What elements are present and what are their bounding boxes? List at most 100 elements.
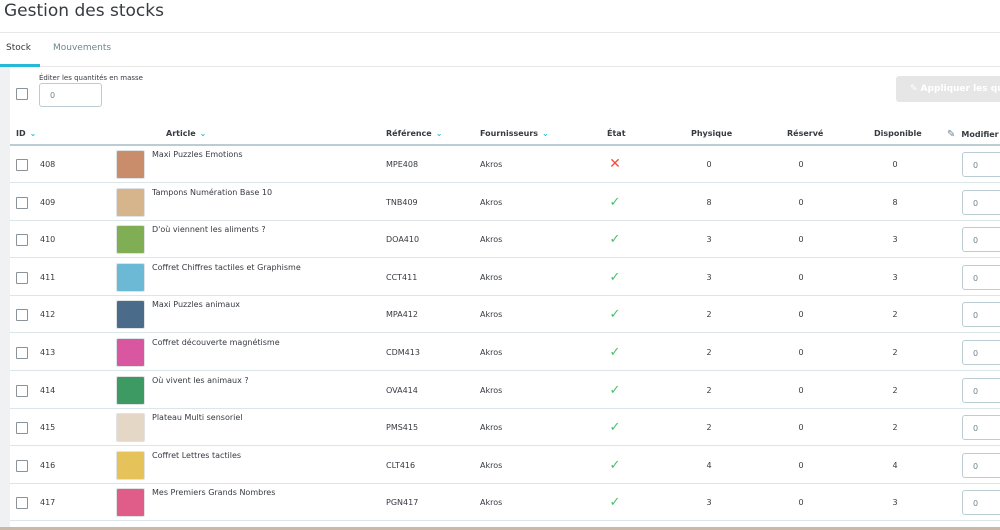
table-row: 410 D'où viennent les aliments ? DOA410 Akr… (10, 221, 1000, 259)
bulk-edit-label: Éditer les quantités en masse (39, 74, 143, 82)
row-checkbox[interactable] (16, 384, 28, 397)
row-reference: CLT416 (386, 460, 416, 470)
quantity-input[interactable]: 0 (962, 264, 1000, 290)
quantity-input[interactable]: 0 (962, 415, 1000, 441)
row-id: 408 (40, 160, 56, 169)
row-fournisseur: Akros (480, 385, 503, 395)
row-article[interactable]: Où vivent les animaux ? (152, 376, 249, 385)
row-physique: 8 (706, 197, 712, 207)
tab-bar: Stock Mouvements (0, 32, 1000, 67)
row-checkbox[interactable] (16, 459, 28, 472)
row-reserve: 0 (798, 235, 804, 245)
row-disponible: 2 (892, 310, 898, 320)
cross-icon: ✕ (609, 156, 621, 172)
row-checkbox[interactable] (16, 347, 28, 359)
column-header-reference[interactable]: Référence ⌄ (386, 129, 442, 138)
row-id: 417 (40, 498, 56, 508)
row-disponible: 3 (892, 272, 898, 282)
row-article[interactable]: Mes Premiers Grands Nombres (152, 488, 275, 497)
row-disponible: 3 (892, 498, 898, 508)
quantity-input[interactable]: 0 (962, 490, 1000, 516)
row-checkbox[interactable] (16, 196, 28, 209)
row-disponible: 8 (892, 197, 898, 207)
product-thumbnail (116, 262, 145, 292)
column-header-physique: Physique (691, 129, 733, 138)
row-id: 412 (40, 310, 56, 320)
row-checkbox[interactable] (16, 271, 28, 284)
row-physique: 2 (706, 423, 712, 433)
row-reference: DOA410 (386, 235, 420, 245)
row-checkbox[interactable] (16, 159, 28, 171)
tab-mouvements[interactable]: Mouvements (53, 33, 111, 67)
row-reserve: 0 (798, 460, 804, 470)
column-header-id[interactable]: ID ⌄ (16, 129, 36, 138)
row-reserve: 0 (798, 498, 804, 508)
row-article[interactable]: Coffret Lettres tactiles (152, 451, 241, 460)
row-fournisseur: Akros (480, 235, 503, 245)
quantity-input[interactable]: 0 (962, 189, 1000, 215)
stock-card: Éditer les quantités en masse 0 ✎ Appliqu… (10, 67, 1000, 530)
check-icon: ✓ (609, 382, 621, 398)
row-id: 411 (40, 272, 56, 282)
column-header-modifier: ✎ Modifier (947, 129, 999, 140)
product-thumbnail (116, 225, 145, 255)
product-thumbnail (116, 150, 145, 179)
table-row: 414 Où vivent les animaux ? OVA414 Akros ✓ 2 0… (10, 372, 1000, 409)
product-thumbnail (116, 187, 145, 217)
check-icon: ✓ (609, 420, 621, 436)
row-physique: 2 (706, 310, 712, 320)
row-reserve: 0 (798, 272, 804, 282)
bulk-quantity-input[interactable]: 0 (39, 83, 102, 107)
row-reference: MPA412 (386, 310, 418, 320)
row-checkbox[interactable] (16, 422, 28, 435)
quantity-input[interactable]: 0 (962, 302, 1000, 328)
product-thumbnail (116, 300, 145, 330)
product-thumbnail (116, 375, 145, 405)
quantity-input[interactable]: 0 (962, 452, 1000, 478)
column-header-etat: État (607, 129, 626, 138)
apply-quantities-button[interactable]: ✎Appliquer les quantités (896, 76, 1000, 102)
row-reference: TNB409 (386, 197, 418, 207)
quantity-input[interactable]: 0 (962, 152, 1000, 177)
row-article[interactable]: Plateau Multi sensoriel (152, 413, 243, 422)
row-reserve: 0 (798, 348, 804, 357)
apply-quantities-label: Appliquer les quantités (920, 84, 1000, 94)
table-row: 412 Maxi Puzzles animaux MPA412 Akros ✓ 2 0 2 0 (10, 296, 1000, 334)
row-checkbox[interactable] (16, 497, 28, 510)
select-all-checkbox[interactable] (16, 88, 28, 100)
row-id: 413 (40, 348, 56, 357)
quantity-input[interactable]: 0 (962, 340, 1000, 365)
row-reserve: 0 (798, 423, 804, 433)
row-physique: 3 (706, 498, 712, 508)
row-reserve: 0 (798, 310, 804, 320)
table-row: 408 Maxi Puzzles Emotions MPE408 Akros ✕ 0 0 0 0 (10, 146, 1000, 183)
quantity-input[interactable]: 0 (962, 227, 1000, 253)
column-header-fournisseurs[interactable]: Fournisseurs ⌄ (480, 129, 549, 138)
column-header-article[interactable]: Article ⌄ (166, 129, 206, 138)
chevron-down-icon: ⌄ (199, 129, 207, 138)
row-checkbox[interactable] (16, 234, 28, 247)
check-icon: ✓ (609, 194, 621, 210)
row-checkbox[interactable] (16, 309, 28, 322)
row-id: 416 (40, 460, 56, 470)
row-article[interactable]: D'où viennent les aliments ? (152, 225, 266, 234)
table-row: 413 Coffret découverte magnétisme CDM413 Ak… (10, 334, 1000, 371)
row-id: 409 (40, 197, 56, 207)
row-disponible: 4 (892, 460, 898, 470)
row-article[interactable]: Maxi Puzzles Emotions (152, 150, 243, 159)
check-icon: ✓ (609, 307, 621, 323)
quantity-input[interactable]: 0 (962, 377, 1000, 403)
page-title: Gestion des stocks (4, 1, 164, 21)
row-physique: 3 (706, 272, 712, 282)
tab-stock[interactable]: Stock (0, 33, 40, 67)
row-article[interactable]: Coffret Chiffres tactiles et Graphisme (152, 263, 301, 272)
column-label: Article (166, 129, 196, 138)
table-row: 409 Tampons Numération Base 10 TNB409 Akros… (10, 184, 1000, 221)
row-fournisseur: Akros (480, 423, 503, 433)
row-article[interactable]: Maxi Puzzles animaux (152, 300, 240, 309)
check-icon: ✓ (609, 495, 621, 511)
table-row: 416 Coffret Lettres tactiles CLT416 Akros ✓ 4… (10, 447, 1000, 484)
row-article[interactable]: Coffret découverte magnétisme (152, 338, 280, 347)
row-article[interactable]: Tampons Numération Base 10 (152, 188, 272, 197)
column-header-reserve: Réservé (787, 129, 824, 138)
